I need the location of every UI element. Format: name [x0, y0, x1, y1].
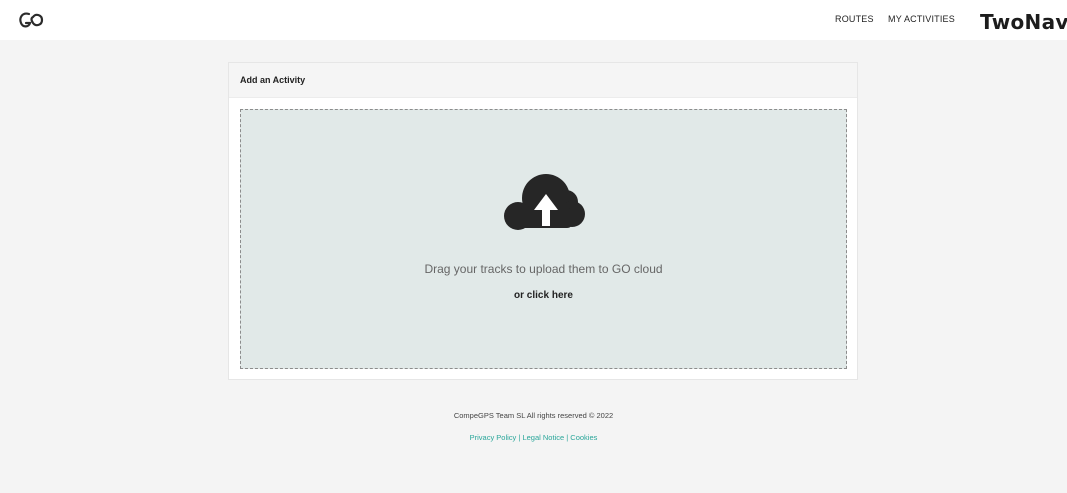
- click-here-link[interactable]: or click here: [241, 290, 846, 301]
- footer-separator: |: [518, 433, 521, 442]
- footer-links: Privacy Policy | Legal Notice | Cookies: [0, 433, 1067, 442]
- add-activity-card: Add an Activity Drag your tracks to uplo…: [228, 62, 858, 380]
- drag-instructions: Drag your tracks to upload them to GO cl…: [424, 262, 663, 276]
- footer-copyright: CompeGPS Team SL All rights reserved © 2…: [453, 411, 614, 420]
- twonav-brand-logo[interactable]: TwoNav: [980, 10, 1067, 34]
- go-logo-icon[interactable]: [18, 9, 44, 31]
- footer-separator: |: [566, 433, 569, 442]
- top-bar: ROUTES MY ACTIVITIES TwoNav: [0, 0, 1067, 40]
- upload-dropzone[interactable]: Drag your tracks to upload them to GO cl…: [240, 109, 847, 369]
- card-title: Add an Activity: [229, 63, 857, 98]
- nav-my-activities-link[interactable]: MY ACTIVITIES: [888, 14, 955, 24]
- legal-notice-link[interactable]: Legal Notice: [522, 433, 564, 442]
- nav-routes-link[interactable]: ROUTES: [835, 14, 874, 24]
- cookies-link[interactable]: Cookies: [570, 433, 597, 442]
- cloud-upload-icon: [504, 174, 585, 230]
- privacy-policy-link[interactable]: Privacy Policy: [470, 433, 517, 442]
